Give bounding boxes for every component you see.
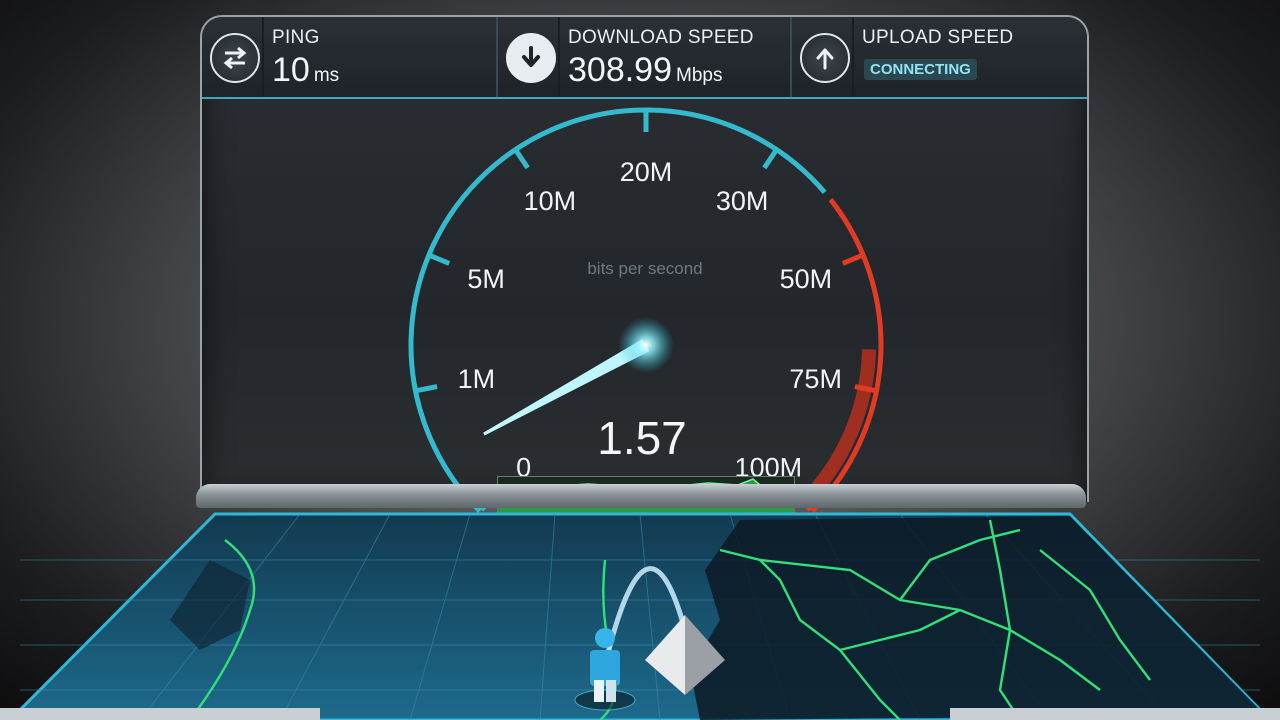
gauge-tick-label: 5M xyxy=(467,264,505,294)
gauge-tick-label: 75M xyxy=(789,364,842,394)
gauge-tick xyxy=(429,253,451,266)
gauge-tick xyxy=(841,253,863,266)
gauge-tick-label: 30M xyxy=(716,186,769,216)
server-map xyxy=(0,512,1280,720)
gauge-tick xyxy=(762,149,778,170)
gauge-tick xyxy=(514,149,530,170)
frame-corner-right xyxy=(950,708,1280,720)
gauge-hub-glow xyxy=(618,317,674,373)
gauge-reading: 1.57 xyxy=(597,412,687,464)
frame-corner-left xyxy=(0,708,320,720)
gauge-tick-label: 20M xyxy=(620,157,673,187)
gauge-tick xyxy=(416,384,438,393)
gauge-tick-label: 1M xyxy=(458,364,496,394)
gauge-tick-label: 50M xyxy=(780,264,833,294)
gauge-tick-label: 10M xyxy=(524,186,577,216)
gauge-caption: bits per second xyxy=(587,259,702,278)
